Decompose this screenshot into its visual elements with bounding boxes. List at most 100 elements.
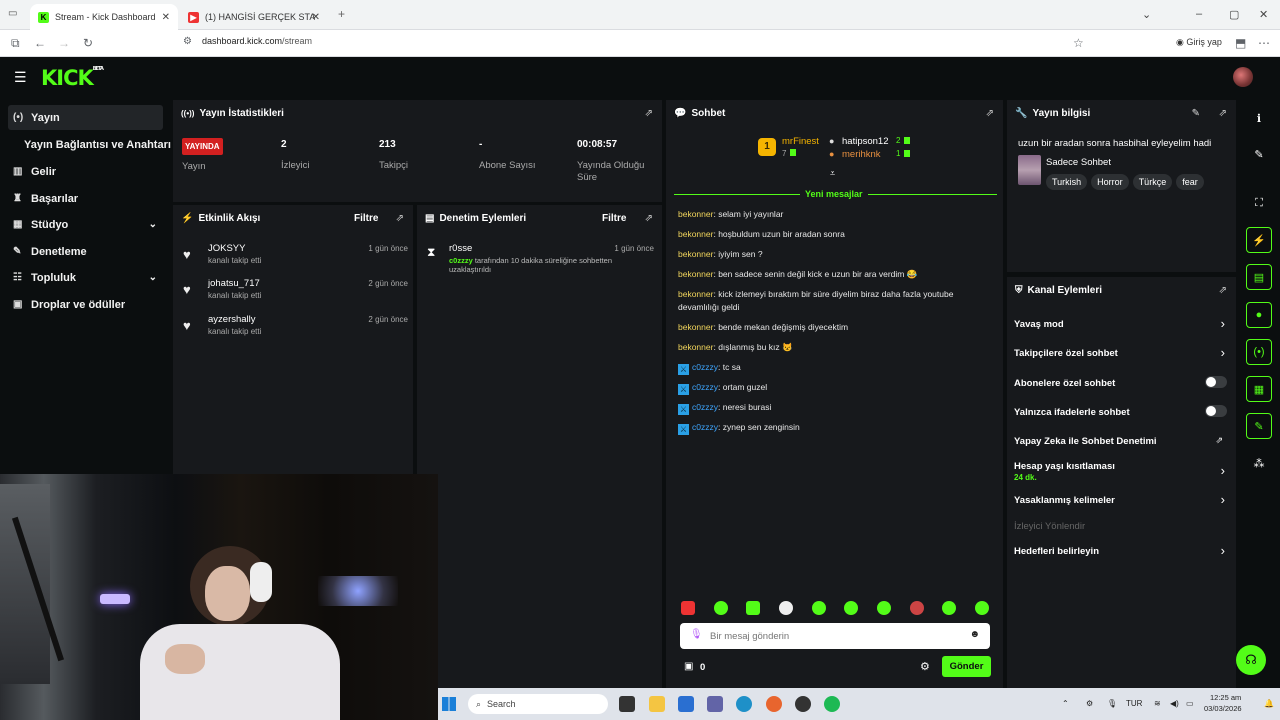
signin-button[interactable]: ◉ Giriş yap [1176,37,1222,48]
chat-username[interactable]: c0zzzy [692,382,718,392]
close-tab-icon[interactable]: ✕ [162,12,170,23]
tray-bluetooth-icon[interactable]: ⚙ [1086,699,1093,708]
sidebar-toggle-icon[interactable]: ⧉ [11,36,20,51]
expand-icon[interactable]: ⛶ [1246,190,1272,216]
action-slow-mode[interactable]: Yavaş mod › [1014,316,1229,331]
chat-username[interactable]: bekonner [678,209,713,219]
popout-icon[interactable]: ⇗ [1219,285,1227,296]
extensions-icon[interactable]: ⬒ [1235,36,1246,50]
emote-icon[interactable] [942,601,956,615]
taskbar-search[interactable]: ⌕ Search [468,694,608,714]
leader-name[interactable]: mrFinest [782,136,819,147]
event-user[interactable]: ayzershally [208,314,256,325]
forward-icon[interactable]: → [58,36,70,50]
category-thumbnail[interactable] [1018,155,1041,185]
document-icon[interactable]: ▤ [1246,264,1272,290]
points-icon[interactable]: ▣ [684,661,693,672]
action-ai-moderation[interactable]: Yapay Zeka ile Sohbet Denetimi ⇗ [1014,435,1229,447]
window-menu-icon[interactable]: ▭ [8,8,17,19]
leader-name[interactable]: hatipson12 [842,136,888,147]
tag-chip[interactable]: Horror [1091,174,1129,190]
event-user[interactable]: JOKSYY [208,243,246,254]
chat-input[interactable] [710,628,960,644]
url-field[interactable]: dashboard.kick.com/stream [202,36,312,46]
sidebar-item-topluluk[interactable]: ☷ Topluluk ⌄ [8,265,163,290]
close-window-button[interactable]: ✕ [1259,8,1268,21]
edge-icon[interactable] [736,696,752,712]
windows-start-icon[interactable] [442,697,456,711]
spotify-icon[interactable] [824,696,840,712]
wrench-icon[interactable]: ✎ [1246,413,1272,439]
filter-button[interactable]: Filtre [354,213,378,224]
chat-username[interactable]: bekonner [678,249,713,259]
emote-icon[interactable] [681,601,695,615]
send-button[interactable]: Gönder [942,656,991,677]
back-icon[interactable]: ← [34,36,46,50]
notification-icon[interactable]: 🔔 [1264,699,1274,708]
emotes-only-toggle[interactable] [1205,405,1227,417]
battery-icon[interactable]: ▭ [1186,699,1194,708]
volume-icon[interactable]: ◀) [1170,699,1179,708]
sidebar-item-stream-key[interactable]: Yayın Bağlantısı ve Anahtarı [19,132,179,157]
chat-bubble-icon[interactable]: ● [1246,302,1272,328]
bolt-icon[interactable]: ⚡ [1246,227,1272,253]
task-view-icon[interactable] [619,696,635,712]
kick-logo[interactable]: KICKBETA [41,66,104,90]
chat-username[interactable]: c0zzzy [692,422,718,432]
tag-chip[interactable]: Türkçe [1132,174,1173,190]
popout-icon[interactable]: ⇗ [645,108,653,119]
clock-time[interactable]: 12:25 am [1210,693,1241,702]
tab-kick-dashboard[interactable]: K Stream - Kick Dashboard ✕ [30,4,178,30]
subs-only-toggle[interactable] [1205,376,1227,388]
broadcast-icon[interactable]: (•) [1246,339,1272,365]
minimize-button[interactable]: – [1196,8,1202,20]
tab-youtube[interactable]: ▶ (1) HANGİSİ GERÇEK STAND-UP ✕ [180,4,328,30]
tray-chevron-icon[interactable]: ⌃ [1062,699,1069,708]
firefox-icon[interactable] [766,696,782,712]
emote-icon[interactable] [779,601,793,615]
action-followers-only[interactable]: Takipçilere özel sohbet › [1014,345,1229,360]
collapse-icon[interactable]: ⩡ [830,168,835,179]
avatar[interactable] [1233,67,1253,87]
sidebar-item-gelir[interactable]: ▥ Gelir [8,159,163,184]
sidebar-item-yayin[interactable]: (•) Yayın [8,105,163,130]
emote-icon[interactable] [714,601,728,615]
chat-username[interactable]: bekonner [678,342,713,352]
bookmark-star-icon[interactable]: ☆ [1073,36,1084,50]
sidebar-item-basarilar[interactable]: ♜ Başarılar [8,186,163,211]
layout-icon[interactable]: ▦ [1246,376,1272,402]
info-icon[interactable]: ℹ [1246,105,1272,131]
tag-chip[interactable]: fear [1176,174,1204,190]
chat-username[interactable]: c0zzzy [692,362,718,372]
teams-icon[interactable] [707,696,723,712]
sidebar-item-droplar[interactable]: ▣ Droplar ve ödüller [8,292,163,317]
emote-icon[interactable] [746,601,760,615]
edit-icon[interactable]: ✎ [1192,108,1200,119]
action-account-age[interactable]: Hesap yaşı kısıtlaması 24 dk. › [1014,461,1229,482]
file-explorer-icon[interactable] [649,696,665,712]
tray-mic-icon[interactable]: 🎙 [1107,699,1117,708]
store-icon[interactable] [678,696,694,712]
sidebar-item-studyo[interactable]: ▦ Stüdyo ⌄ [8,212,163,237]
filter-button[interactable]: Filtre [602,213,626,224]
site-info-icon[interactable]: ⚙ [183,36,192,47]
wifi-icon[interactable]: ≋ [1154,699,1161,708]
tab-list-icon[interactable]: ⌄ [1142,8,1151,21]
action-goals[interactable]: Hedefleri belirleyin › [1014,543,1229,558]
emote-icon[interactable] [812,601,826,615]
chat-username[interactable]: c0zzzy [692,402,718,412]
new-tab-button[interactable]: + [338,7,345,21]
emote-icon[interactable] [877,601,891,615]
leader-name[interactable]: merihknk [842,149,881,160]
emote-icon[interactable] [910,601,924,615]
chat-settings-icon[interactable]: ⚙ [920,660,930,673]
popout-icon[interactable]: ⇗ [645,213,653,224]
popout-icon[interactable]: ⇗ [986,108,994,119]
browser-menu-icon[interactable]: ⋯ [1258,36,1270,50]
moderator-name[interactable]: c0zzzy [449,256,473,265]
obs-icon[interactable] [795,696,811,712]
pencil-icon[interactable]: ✎ [1246,141,1272,167]
reload-icon[interactable]: ↻ [83,36,93,50]
close-tab-icon[interactable]: ✕ [312,12,320,23]
action-banned-words[interactable]: Yasaklanmış kelimeler › [1014,492,1229,507]
